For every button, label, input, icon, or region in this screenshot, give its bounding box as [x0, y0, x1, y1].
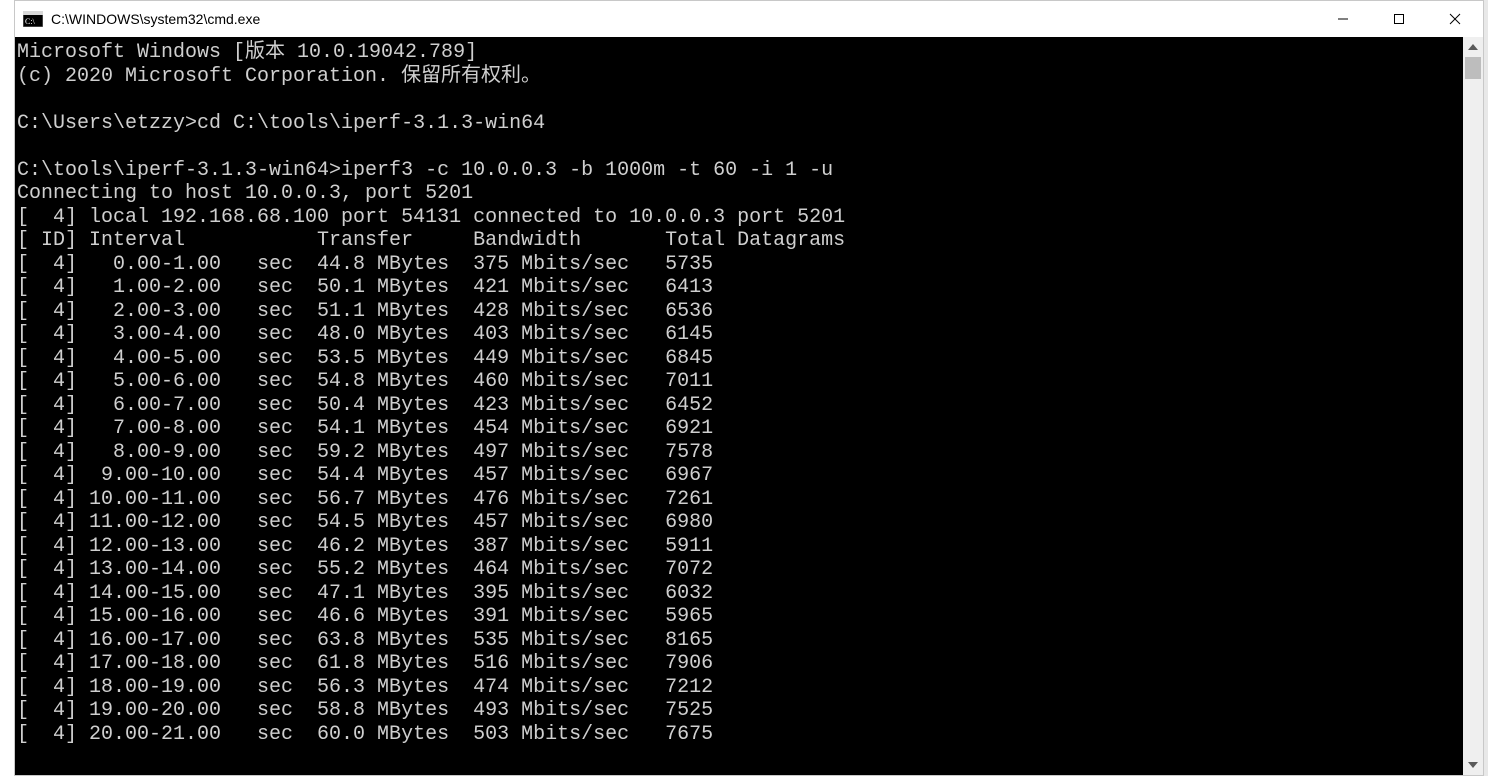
svg-text:C:\: C:\: [25, 17, 36, 26]
cmd-window: C:\ C:\WINDOWS\system32\cmd.exe Microsof…: [14, 0, 1484, 776]
console-output[interactable]: Microsoft Windows [版本 10.0.19042.789] (c…: [15, 37, 1463, 775]
close-button[interactable]: [1427, 1, 1483, 37]
scroll-thumb[interactable]: [1465, 57, 1481, 79]
maximize-button[interactable]: [1371, 1, 1427, 37]
window-title: C:\WINDOWS\system32\cmd.exe: [51, 11, 260, 27]
scroll-down-button[interactable]: [1463, 755, 1483, 775]
cmd-icon: C:\: [23, 10, 43, 28]
minimize-button[interactable]: [1315, 1, 1371, 37]
scroll-track[interactable]: [1463, 57, 1483, 755]
background-page-strip: [0, 0, 14, 776]
vertical-scrollbar[interactable]: [1463, 37, 1483, 775]
titlebar[interactable]: C:\ C:\WINDOWS\system32\cmd.exe: [15, 1, 1483, 37]
scroll-up-button[interactable]: [1463, 37, 1483, 57]
